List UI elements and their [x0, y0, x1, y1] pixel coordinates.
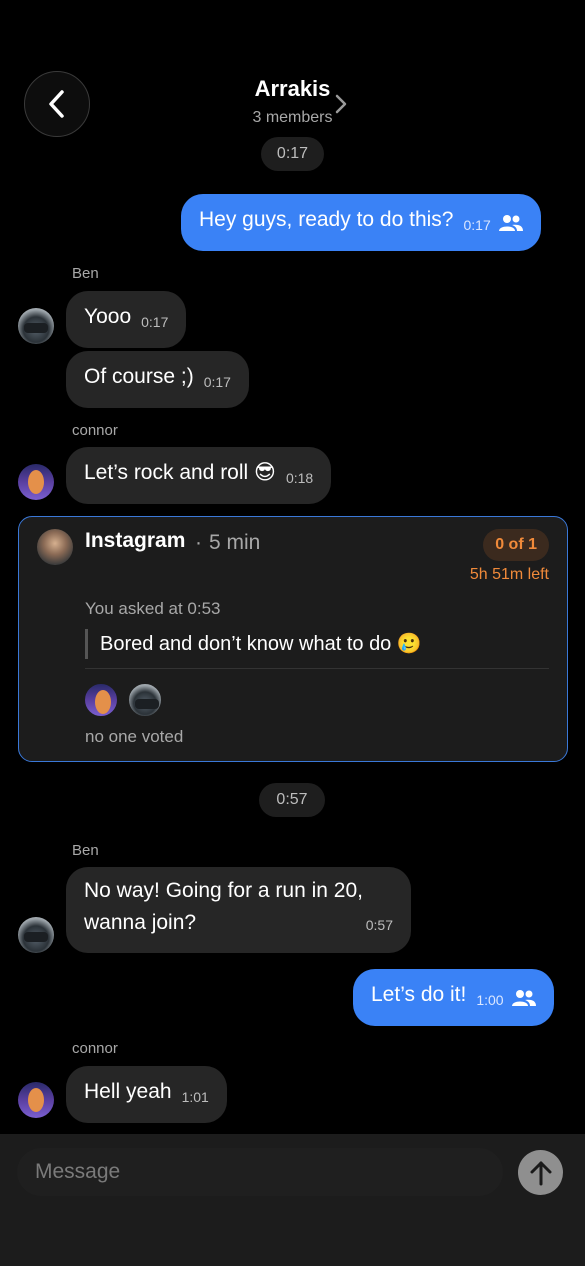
message-time: 0:18: [285, 470, 314, 486]
chevron-right-icon[interactable]: [333, 93, 349, 115]
chat-title: Arrakis: [254, 76, 331, 101]
avatar[interactable]: [18, 308, 54, 344]
message-bubble-incoming[interactable]: Yooo 0:17: [66, 291, 187, 348]
time-separator-label: 0:57: [276, 791, 308, 808]
poll-age: 5 min: [209, 531, 261, 554]
poll-card[interactable]: Instagram · 5 min 0 of 1 5h 51m left You…: [18, 516, 568, 762]
member-count: 3 members: [252, 109, 333, 126]
message-time: 1:01: [181, 1089, 209, 1105]
arrow-up-icon: [530, 1161, 551, 1185]
message-text: Of course ;): [84, 365, 194, 388]
message-text: wanna join?: [84, 911, 197, 934]
avatar: [127, 682, 163, 718]
poll-source: Instagram: [85, 529, 186, 552]
group-icon: [498, 215, 523, 231]
poll-voter-avatars[interactable]: [83, 682, 173, 718]
poll-vote-count: 0 of 1: [495, 536, 537, 553]
composer-bar: [0, 1134, 585, 1266]
message-bubble-outgoing[interactable]: Let’s do it! 1:00: [353, 969, 554, 1026]
message-bubble-incoming[interactable]: Let’s rock and roll 😎 0:18: [66, 447, 332, 504]
group-icon: [511, 990, 536, 1006]
avatar[interactable]: [18, 464, 54, 500]
sender-name: Ben: [72, 842, 99, 859]
message-input[interactable]: [17, 1148, 503, 1196]
message-text: Hell yeah: [84, 1080, 172, 1103]
chevron-left-icon: [49, 90, 64, 118]
time-separator: 0:17: [261, 137, 324, 171]
message-time: 0:57: [365, 917, 393, 933]
back-button[interactable]: [24, 71, 90, 137]
message-bubble-outgoing[interactable]: Hey guys, ready to do this? 0:17: [181, 194, 541, 251]
poll-author-avatar[interactable]: [37, 529, 73, 565]
message-text: Hey guys, ready to do this?: [199, 208, 454, 231]
message-time: 0:17: [141, 314, 169, 330]
message-time: 0:17: [463, 217, 491, 233]
time-separator: 0:57: [259, 783, 325, 817]
poll-time-left: 5h 51m left: [469, 566, 549, 583]
message-bubble-incoming[interactable]: Hell yeah 1:01: [66, 1066, 227, 1123]
message-text: Let’s do it!: [371, 983, 467, 1006]
sender-name: Ben: [72, 265, 99, 282]
chat-header: Arrakis 3 members: [0, 0, 585, 140]
avatar[interactable]: [18, 1082, 54, 1118]
divider: [85, 668, 549, 669]
chat-title-button[interactable]: Arrakis 3 members: [200, 76, 385, 127]
poll-question: Bored and don’t know what to do 🥲: [85, 629, 422, 659]
message-text: Yooo: [84, 305, 132, 328]
message-bubble-incoming[interactable]: Of course ;) 0:17: [66, 351, 249, 408]
message-time: 0:17: [203, 374, 231, 390]
time-separator-label: 0:17: [276, 145, 309, 162]
message-time: 1:00: [476, 992, 504, 1008]
sender-name: connor: [72, 1040, 118, 1057]
avatar: [83, 682, 119, 718]
poll-separator: ·: [195, 531, 202, 554]
sender-name: connor: [72, 422, 118, 439]
message-bubble-incoming[interactable]: No way! Going for a run in 20, wanna joi…: [66, 867, 411, 953]
poll-votes-status: no one voted: [85, 727, 184, 746]
poll-vote-count-badge: 0 of 1: [483, 529, 549, 561]
send-button[interactable]: [518, 1150, 563, 1195]
message-text: No way! Going for a run in 20,: [84, 879, 363, 902]
poll-asked-time: You asked at 0:53: [85, 599, 221, 618]
avatar[interactable]: [18, 917, 54, 953]
message-text: Let’s rock and roll 😎: [84, 461, 276, 484]
